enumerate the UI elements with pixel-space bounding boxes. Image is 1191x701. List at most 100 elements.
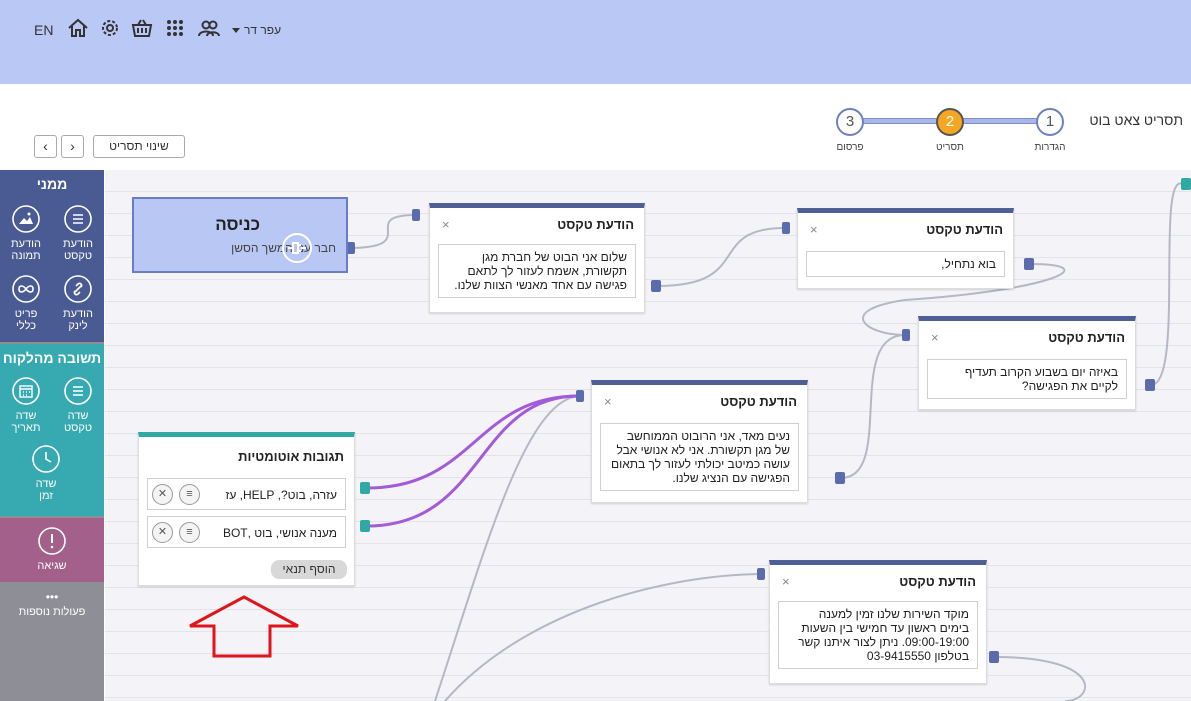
- text-lines-icon: [64, 205, 92, 233]
- top-header: EN עפר דר: [0, 0, 1191, 84]
- prev-button[interactable]: ‹: [34, 135, 57, 158]
- text-message-node[interactable]: הודעת טקסט × מוקד השירות שלנו זמין למענה…: [769, 560, 987, 684]
- palette-label: זמן: [39, 490, 53, 502]
- palette-label: שדה: [35, 478, 57, 490]
- wire-entry-to-intro: [347, 214, 417, 249]
- step-script[interactable]: 2: [936, 108, 964, 136]
- node-title: הודעת טקסט: [557, 217, 634, 232]
- home-icon[interactable]: [66, 16, 90, 40]
- infinity-icon: [12, 275, 40, 303]
- port-auto-help-out: [360, 482, 370, 494]
- edit-condition-button[interactable]: ≡: [179, 522, 200, 543]
- clock-icon: [32, 445, 60, 473]
- palette-more-actions[interactable]: ••• פעולות נוספות: [0, 584, 104, 634]
- annotation-arrow-up: [189, 595, 299, 658]
- palette-label: טקסט: [63, 422, 93, 434]
- more-dots-icon: •••: [45, 590, 59, 604]
- remove-condition-button[interactable]: ✕: [152, 484, 173, 505]
- close-icon[interactable]: ×: [931, 330, 939, 345]
- node-title: הודעת טקסט: [926, 222, 1003, 237]
- text-message-node[interactable]: הודעת טקסט × שלום אני הבוט של חברת מגן ת…: [429, 203, 645, 313]
- wire-question-out: [1150, 182, 1184, 386]
- palette-link-message[interactable]: הודעת לינק: [52, 274, 104, 332]
- node-title: תגובות אוטומטיות: [238, 449, 344, 464]
- node-message-text[interactable]: שלום אני הבוט של חברת מגן תקשורת, אשמח ל…: [438, 244, 636, 298]
- change-script-button[interactable]: שינוי תסריט: [93, 135, 185, 158]
- image-icon: [12, 205, 40, 233]
- close-icon[interactable]: ×: [442, 217, 450, 232]
- gear-icon[interactable]: [98, 16, 122, 40]
- auto-responses-node[interactable]: תגובות אוטומטיות עזרה, בוט?, HELP, עז ≡ …: [138, 432, 355, 586]
- remove-condition-button[interactable]: ✕: [152, 522, 173, 543]
- close-icon[interactable]: ×: [604, 394, 612, 409]
- wire-hours-in: [444, 573, 762, 701]
- text-message-node[interactable]: הודעת טקסט × נעים מאד, אני הרובוט הממוחש…: [591, 380, 808, 503]
- step-settings[interactable]: 1: [1036, 108, 1064, 136]
- port-hours-in: [757, 568, 765, 580]
- basket-icon[interactable]: [130, 16, 154, 40]
- wire-robot-to-question: [840, 334, 906, 479]
- palette-label: שדה: [67, 410, 89, 422]
- palette-label: תמונה: [11, 250, 41, 262]
- palette-image-message[interactable]: הודעת תמונה: [0, 204, 52, 262]
- step-label-script: תסריט: [936, 142, 964, 153]
- palette-text-field[interactable]: שדה טקסט: [52, 376, 104, 434]
- step-publish[interactable]: 3: [836, 108, 864, 136]
- port-robot-out: [835, 472, 845, 484]
- condition-row[interactable]: מענה אנושי, בוט ,BOT ≡ ✕: [147, 516, 346, 548]
- node-message-text[interactable]: באיזה יום בשבוע הקרוב תעדיף לקיים את הפג…: [927, 359, 1127, 399]
- port-intro-in: [412, 209, 420, 221]
- port-letsbegin-out: [1024, 258, 1034, 270]
- condition-row[interactable]: עזרה, בוט?, HELP, עז ≡ ✕: [147, 478, 346, 510]
- add-condition-button[interactable]: הוסף תנאי: [271, 560, 347, 579]
- port-question-in: [902, 329, 910, 341]
- next-button[interactable]: ›: [61, 135, 84, 158]
- palette-label: הודעת: [63, 308, 93, 320]
- edit-condition-button[interactable]: ≡: [179, 484, 200, 505]
- language-switch[interactable]: EN: [34, 22, 53, 38]
- wire-hours-out: [994, 656, 1086, 701]
- palette-from-customer: תשובה מהלקוח שדה טקסט שדה תאריך שדה זמן: [0, 344, 104, 516]
- port-intro-out: [651, 280, 661, 292]
- text-message-node[interactable]: הודעת טקסט × בוא נתחיל,: [797, 208, 1014, 289]
- node-message-text[interactable]: מוקד השירות שלנו זמין למענה בימים ראשון …: [778, 601, 978, 669]
- palette-heading-from-customer: תשובה מהלקוח: [2, 350, 102, 366]
- condition-keywords[interactable]: מענה אנושי, בוט ,BOT: [223, 526, 337, 540]
- plug-icon: [282, 233, 312, 263]
- palette-date-field[interactable]: שדה תאריך: [0, 376, 52, 434]
- palette-label: פריט: [14, 308, 38, 320]
- palette-error-label: שגיאה: [37, 560, 67, 572]
- palette-time-field[interactable]: שדה זמן: [20, 444, 72, 502]
- palette-label: שדה: [15, 410, 37, 422]
- node-message-text[interactable]: בוא נתחיל,: [806, 251, 1005, 277]
- port-letsbegin-in: [782, 222, 790, 234]
- condition-keywords[interactable]: עזרה, בוט?, HELP, עז: [225, 488, 337, 502]
- text-message-node[interactable]: הודעת טקסט × באיזה יום בשבוע הקרוב תעדיף…: [918, 316, 1136, 410]
- palette-error[interactable]: שגיאה: [0, 518, 104, 582]
- palette-text-message[interactable]: הודעת טקסט: [52, 204, 104, 262]
- node-title: הודעת טקסט: [899, 574, 976, 589]
- wire-intro-to-letsbegin: [656, 227, 786, 287]
- user-menu[interactable]: עפר דר: [232, 23, 281, 37]
- palette-label: טקסט: [63, 250, 93, 262]
- palette-general-item[interactable]: פריט כללי: [0, 274, 52, 332]
- wire-lower-left: [434, 395, 580, 701]
- node-message-text[interactable]: נעים מאד, אני הרובוט הממוחשב של מגן תקשו…: [600, 423, 799, 491]
- node-title: הודעת טקסט: [1048, 330, 1125, 345]
- entry-node[interactable]: כניסה חבר עם המשך הסשן: [132, 197, 348, 273]
- exclamation-icon: [38, 527, 66, 555]
- palette-heading-from-me: ממני: [36, 176, 68, 192]
- step-label-settings: הגדרות: [1034, 142, 1066, 153]
- apps-grid-icon[interactable]: [163, 16, 187, 40]
- close-icon[interactable]: ×: [810, 222, 818, 237]
- port-auto-human-out: [360, 520, 370, 532]
- palette-more-label: פעולות נוספות: [18, 606, 86, 618]
- port-offscreen-in: [1181, 178, 1191, 190]
- palette-label: הודעת: [11, 238, 41, 250]
- entry-title: כניסה: [215, 215, 260, 234]
- link-icon: [64, 275, 92, 303]
- palette-label: כללי: [16, 320, 36, 332]
- palette-label: תאריך: [11, 422, 41, 434]
- close-icon[interactable]: ×: [782, 574, 790, 589]
- users-icon[interactable]: [197, 16, 221, 40]
